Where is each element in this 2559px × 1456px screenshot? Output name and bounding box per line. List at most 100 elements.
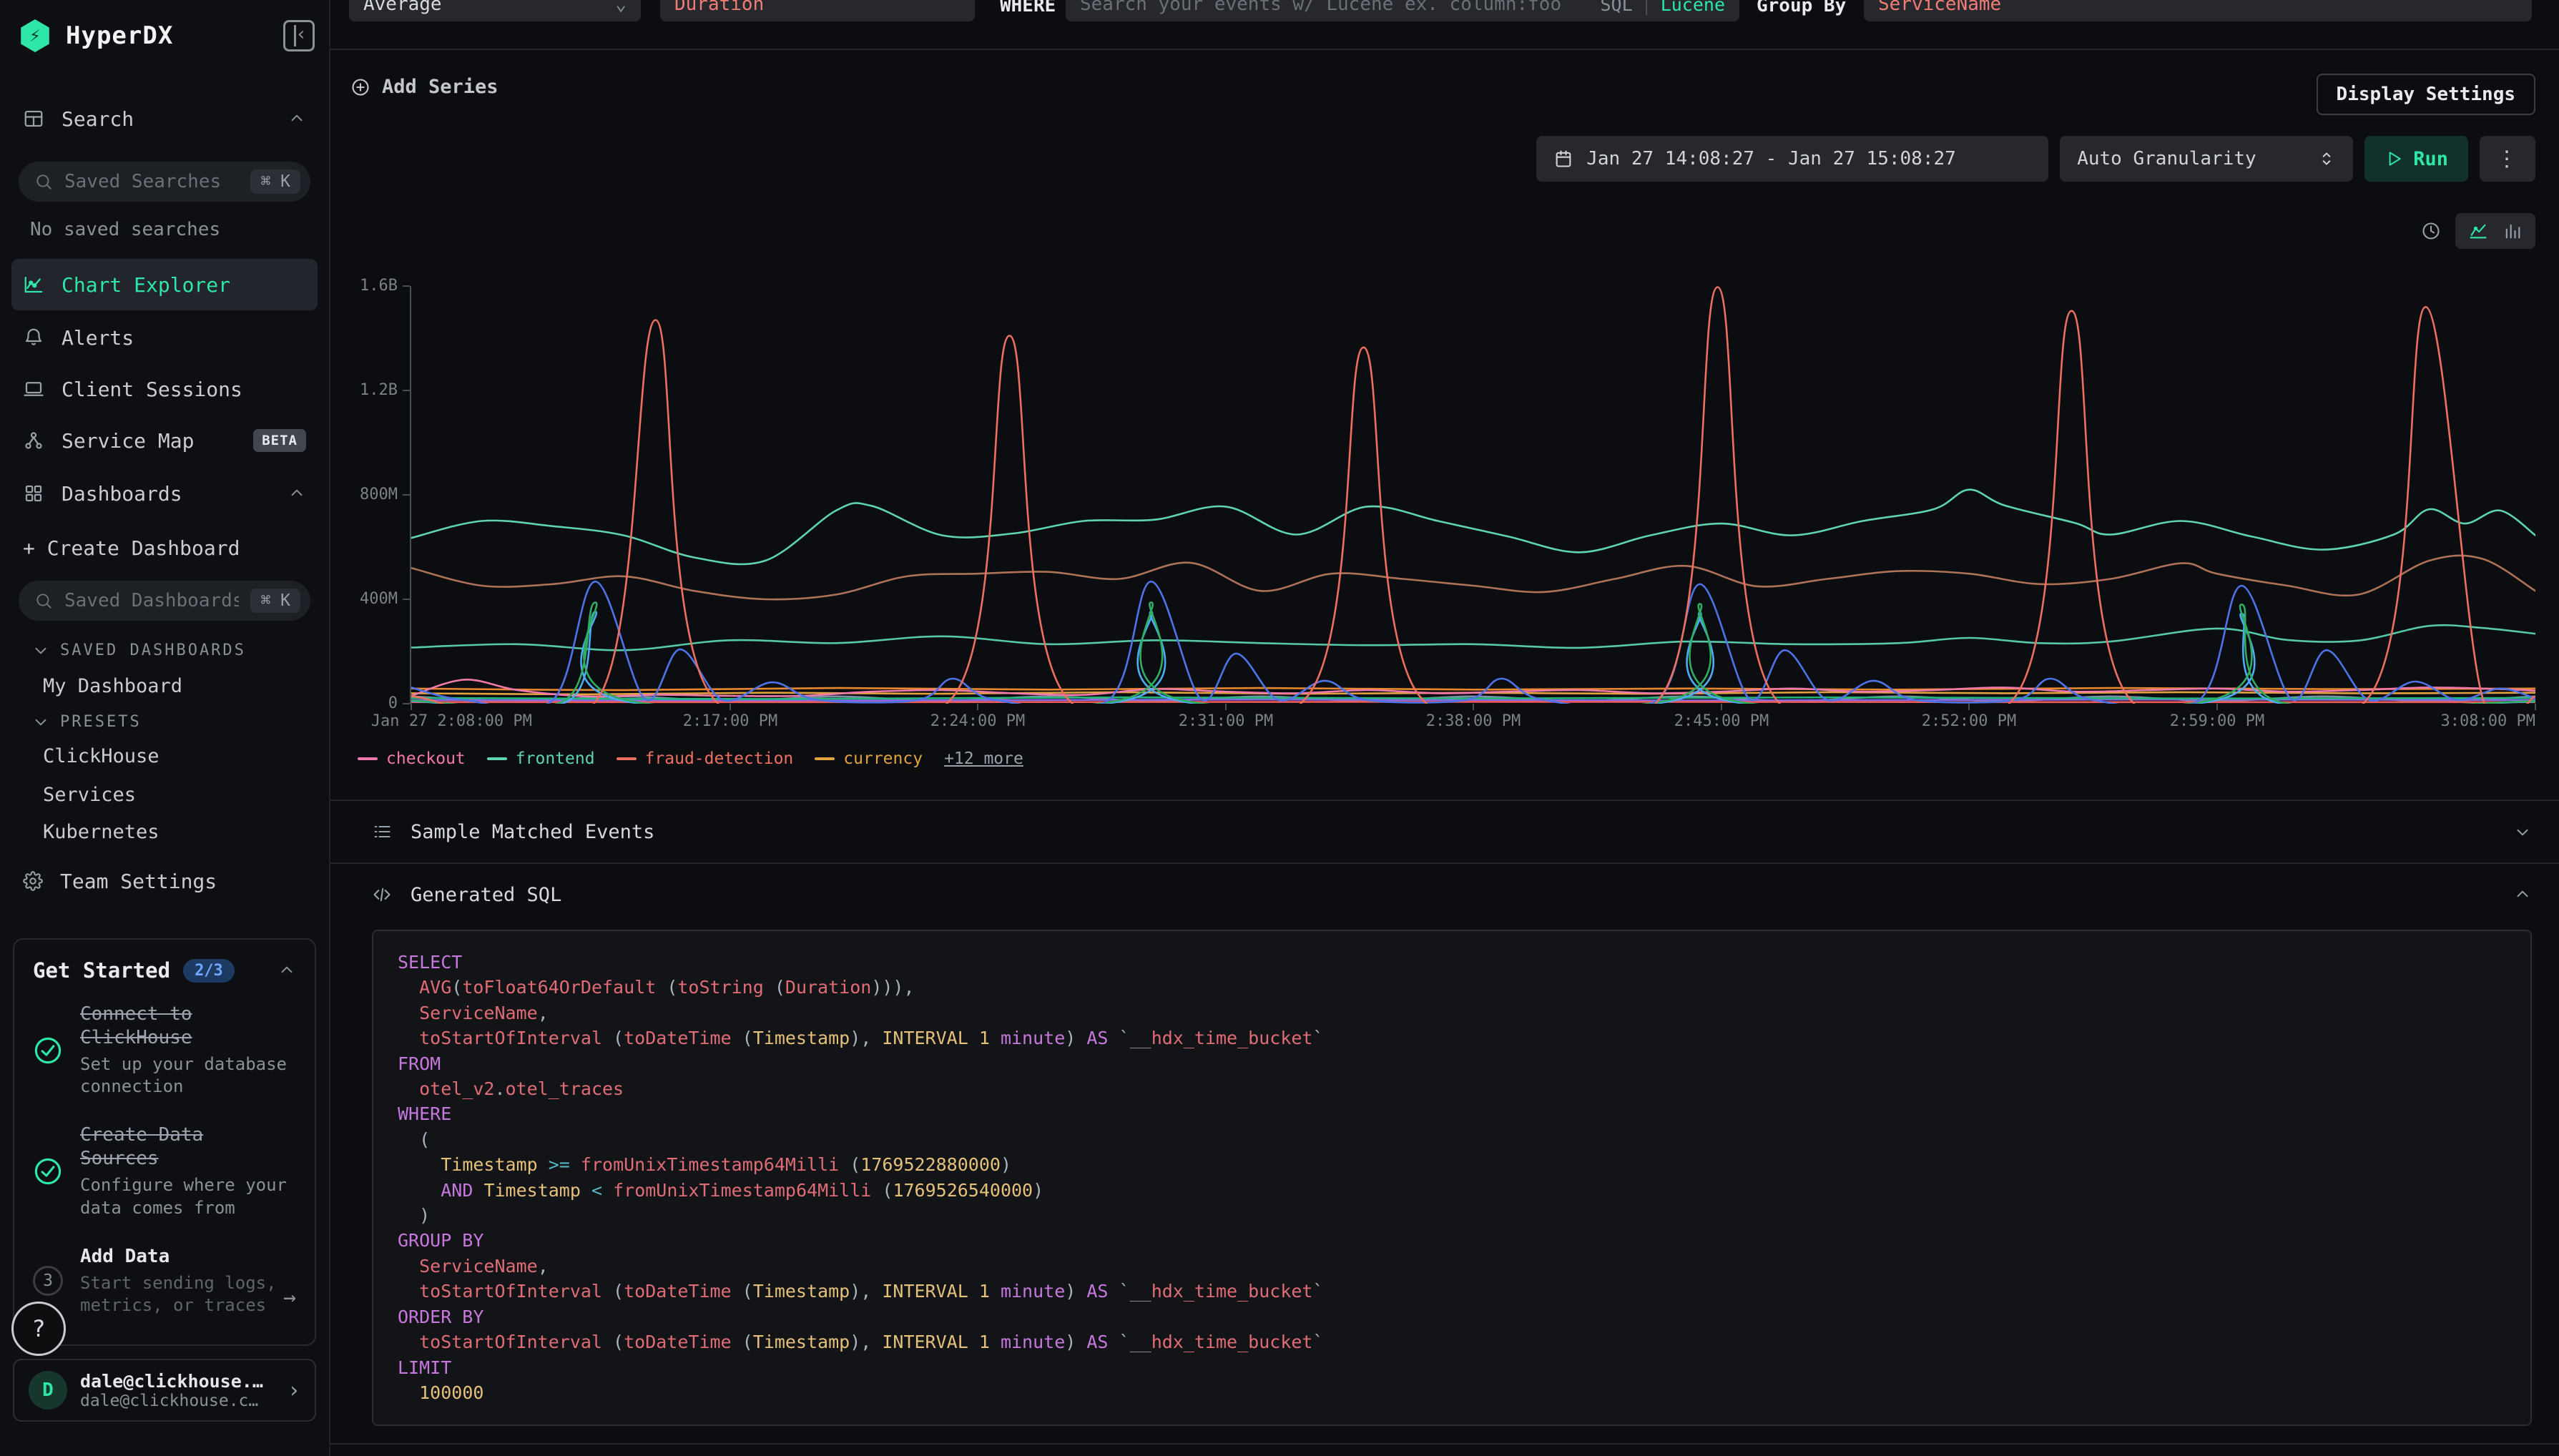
sql-line: SELECT — [398, 950, 2506, 975]
sql-line: ( — [398, 1127, 2506, 1152]
group-by-label: Group By — [1757, 0, 1846, 21]
avatar: D — [29, 1371, 67, 1410]
chevron-up-icon[interactable] — [2513, 885, 2532, 904]
legend-label: currency — [843, 749, 923, 768]
sidebar-item-service-map[interactable]: Service MapBETA — [11, 418, 318, 463]
get-started-item-desc: Set up your database connection — [80, 1053, 295, 1098]
granularity-value: Auto Granularity — [2077, 148, 2256, 169]
search-placeholder: Search your events w/ Lucene ex. column:… — [1080, 0, 1591, 15]
bar-chart-icon[interactable] — [2502, 221, 2523, 241]
legend-swatch — [815, 757, 835, 760]
legend-item-fraud-detection[interactable]: fraud-detection — [617, 749, 794, 768]
y-axis-tick — [403, 494, 410, 496]
divider — [330, 49, 2559, 50]
clock-icon[interactable] — [2421, 221, 2441, 241]
display-settings-button[interactable]: Display Settings — [2317, 74, 2535, 115]
x-axis-label: 2:24:00 PM — [930, 712, 1025, 730]
time-series-chart[interactable]: 1.6B1.2B800M400M0 Jan 27 2:08:00 PM2:17:… — [330, 280, 2559, 781]
saved-dashboards-input[interactable]: Saved Dashboards ⌘ K — [19, 581, 310, 621]
table-icon — [23, 108, 44, 129]
lucene-option[interactable]: Lucene — [1661, 0, 1725, 15]
generated-sql-code[interactable]: SELECT AVG(toFloat64OrDefault (toString … — [372, 930, 2532, 1426]
field-input[interactable]: Duration — [660, 0, 975, 21]
sql-line: ) — [398, 1203, 2506, 1228]
line-chart-icon[interactable] — [2468, 221, 2488, 241]
generated-sql-panel-header[interactable]: Generated SQL — [330, 864, 2559, 925]
legend-label: frontend — [516, 749, 595, 768]
play-icon — [2384, 149, 2403, 168]
search-query-input[interactable]: Search your events w/ Lucene ex. column:… — [1066, 0, 1739, 21]
sql-option[interactable]: SQL — [1600, 0, 1632, 15]
aggregation-select[interactable]: Average ⌄ — [349, 0, 641, 21]
language-switch[interactable]: SQL | Lucene — [1600, 0, 1725, 15]
sample-events-panel-header[interactable]: Sample Matched Events — [330, 801, 2559, 862]
main-content: Average ⌄ Duration WHERE Search your eve… — [330, 0, 2559, 1456]
laptop-icon — [23, 378, 44, 400]
get-started-item[interactable]: Connect to ClickHouse Set up your databa… — [14, 990, 315, 1111]
saved-searches-input[interactable]: Saved Searches ⌘ K — [19, 162, 310, 202]
granularity-select[interactable]: Auto Granularity — [2060, 136, 2353, 182]
section-label: SAVED DASHBOARDS — [60, 641, 246, 659]
sidebar-item-dashboards[interactable]: Dashboards — [11, 471, 318, 516]
sidebar-dashboard-my-dashboard[interactable]: My Dashboard — [43, 675, 182, 697]
hyperdx-logo-icon — [19, 19, 51, 52]
legend-item-checkout[interactable]: checkout — [358, 749, 466, 768]
get-started-item[interactable]: Create Data Sources Configure where your… — [14, 1111, 315, 1231]
x-axis-label: 2:45:00 PM — [1674, 712, 1769, 730]
chevron-down-icon[interactable] — [2513, 822, 2532, 841]
sidebar-dashboard-services[interactable]: Services — [43, 784, 136, 806]
generated-sql-label: Generated SQL — [411, 884, 561, 906]
sidebar-item-label: Client Sessions — [62, 378, 242, 401]
legend-item-frontend[interactable]: frontend — [487, 749, 595, 768]
help-button[interactable]: ? — [11, 1302, 66, 1356]
chart-canvas[interactable] — [411, 286, 2535, 704]
bell-icon — [23, 327, 44, 348]
more-options-button[interactable]: ⋮ — [2480, 136, 2535, 182]
sidebar-item-label: Alerts — [62, 326, 134, 350]
sidebar-item-client-sessions[interactable]: Client Sessions — [11, 366, 318, 412]
chart-controls: Jan 27 14:08:27 - Jan 27 15:08:27 Auto G… — [1536, 136, 2535, 182]
section-header[interactable]: SAVED DASHBOARDS — [31, 641, 246, 659]
calendar-icon — [1553, 149, 1573, 169]
y-axis-tick — [403, 703, 410, 704]
group-by-input[interactable]: ServiceName — [1864, 0, 2532, 21]
section-header[interactable]: PRESETS — [31, 712, 142, 731]
sidebar-item-chart-explorer[interactable]: Chart Explorer — [11, 259, 318, 310]
sidebar-item-label: Team Settings — [60, 870, 217, 893]
add-series-button[interactable]: Add Series — [350, 76, 498, 98]
y-axis-label: 800M — [332, 486, 398, 503]
app-root: HyperDX Search Chart Explorer Alerts Client… — [0, 0, 2559, 1456]
get-started-item-desc: Configure where your data comes from — [80, 1174, 295, 1219]
x-axis-label: 2:31:00 PM — [1179, 712, 1273, 730]
display-settings-label: Display Settings — [2337, 84, 2515, 105]
check-circle-icon — [33, 1156, 63, 1186]
aggregation-value: Average — [363, 0, 442, 15]
x-axis-tick — [2216, 704, 2218, 710]
brand-title: HyperDX — [66, 21, 269, 50]
chevron-up-icon[interactable] — [277, 961, 296, 980]
legend-more-link[interactable]: +12 more — [944, 749, 1023, 768]
series-line — [411, 556, 2535, 599]
sidebar-item-label: Chart Explorer — [62, 273, 230, 297]
sidebar-item-label: Service Map — [62, 429, 194, 453]
sidebar-item-alerts[interactable]: Alerts — [11, 315, 318, 360]
legend-item-currency[interactable]: currency — [815, 749, 923, 768]
chevron-up-icon — [288, 484, 306, 503]
chevron-right-icon: › — [288, 1378, 300, 1403]
sidebar-dashboard-kubernetes[interactable]: Kubernetes — [43, 821, 159, 843]
collapse-sidebar-icon[interactable] — [283, 20, 315, 51]
x-axis-label: 2:17:00 PM — [683, 712, 777, 730]
sidebar-item-search[interactable]: Search — [11, 96, 318, 142]
create-dashboard-button[interactable]: + Create Dashboard — [11, 528, 318, 568]
saved-dashboards-placeholder: Saved Dashboards — [64, 590, 239, 611]
date-range-picker[interactable]: Jan 27 14:08:27 - Jan 27 15:08:27 — [1536, 136, 2048, 182]
x-axis-tick — [977, 704, 978, 710]
get-started-card: Get Started 2/3 Connect to ClickHouse Se… — [13, 938, 316, 1346]
sidebar-item-team-settings[interactable]: Team Settings — [11, 858, 318, 904]
sidebar-dashboard-clickhouse[interactable]: ClickHouse — [43, 745, 159, 767]
user-menu[interactable]: D dale@clickhouse.… dale@clickhouse.c… › — [13, 1359, 316, 1422]
run-button[interactable]: Run — [2364, 136, 2468, 182]
y-axis-label: 1.6B — [332, 277, 398, 295]
grid-icon — [23, 483, 44, 504]
x-axis-label: 2:38:00 PM — [1426, 712, 1521, 730]
